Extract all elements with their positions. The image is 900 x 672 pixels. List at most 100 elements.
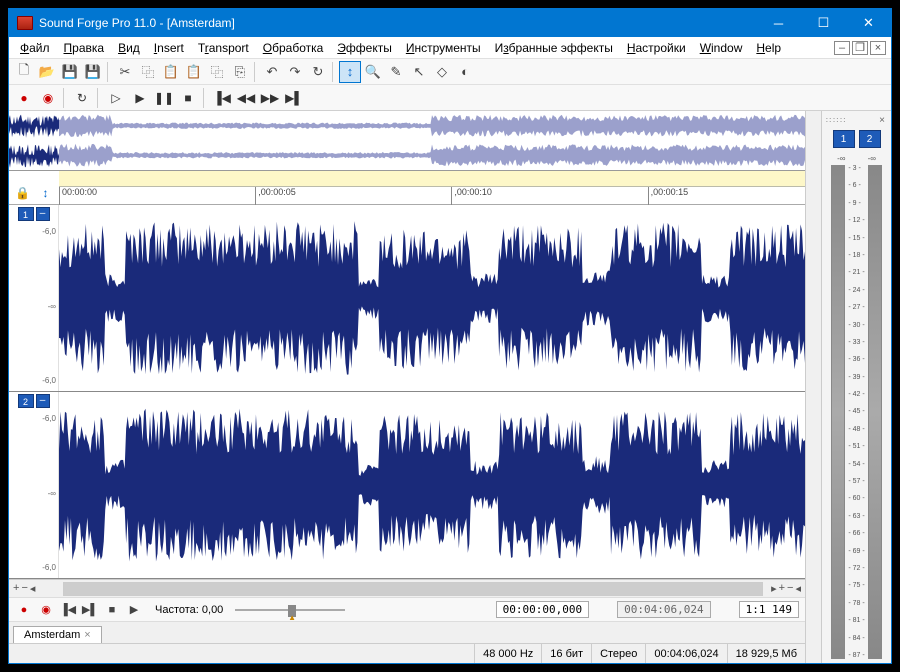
play-button[interactable]: ▶: [129, 87, 151, 109]
menu-insert[interactable]: Insert: [147, 39, 191, 57]
play-all-button[interactable]: ▷: [105, 87, 127, 109]
status-duration: 00:04:06,024: [645, 644, 726, 663]
current-time-display[interactable]: 00:00:00,000: [496, 601, 589, 618]
meter-bar-2: [868, 165, 882, 659]
rate-slider[interactable]: ▲: [235, 603, 345, 617]
zoom-in-vert-icon[interactable]: +: [13, 582, 19, 595]
bottom-go-start-button[interactable]: ▐◀: [59, 601, 77, 619]
zoom-in-horiz-icon[interactable]: +: [779, 582, 785, 595]
tab-amsterdam[interactable]: Amsterdam ×: [13, 626, 102, 643]
menu-window[interactable]: Window: [693, 39, 750, 57]
envelope-tool-button[interactable]: ◇: [431, 61, 453, 83]
channel-1-scale: -6,0 -∞ -6,0: [9, 221, 58, 391]
toolbar: 🗋 📂 💾 💾 ✂ ⿻ 📋 📋 ⿻ ⎘ ↶ ↷ ↻ ↕ 🔍 ✎ ↖ ◇ ◐: [9, 59, 891, 85]
channel-1-badge[interactable]: 1: [18, 207, 34, 221]
trim-button[interactable]: ⎘: [229, 61, 251, 83]
menu-file[interactable]: Файл: [13, 39, 57, 57]
mdi-restore-button[interactable]: ❐: [852, 41, 868, 55]
bottom-stop-button[interactable]: ■: [103, 601, 121, 619]
marker-strip[interactable]: [59, 171, 805, 187]
main-area: 🔒 ↕ 00:00:00,00:00:05,00:00:10,00:00:15 …: [9, 111, 805, 663]
zoom-out-horiz-icon[interactable]: −: [787, 582, 793, 595]
hscroll-row: + − ◂ ▸ + − ◂: [9, 579, 805, 597]
bottom-go-end-button[interactable]: ▶▌: [81, 601, 99, 619]
grip-icon[interactable]: ∷∷∷: [826, 116, 847, 126]
sync-icon[interactable]: ↕: [37, 184, 55, 202]
bottom-record-button[interactable]: ●: [15, 601, 33, 619]
transport-bar: ● ◉ ↻ ▷ ▶ ❚❚ ■ ▐◀ ◀◀ ▶▶ ▶▌: [9, 85, 891, 111]
pause-button[interactable]: ❚❚: [153, 87, 175, 109]
magnify-tool-button[interactable]: 🔍: [362, 61, 384, 83]
maximize-button[interactable]: ☐: [801, 9, 846, 37]
undo-button[interactable]: ↶: [261, 61, 283, 83]
total-time-display: 00:04:06,024: [617, 601, 710, 618]
copy-button[interactable]: ⿻: [137, 61, 159, 83]
channel-2-badge[interactable]: 2: [18, 394, 34, 408]
meter-ch2-button[interactable]: 2: [859, 130, 881, 148]
open-button[interactable]: 📂: [36, 61, 58, 83]
meter-bars: - 3 -- 6 -- 9 -- 12 -- 15 -- 18 -- 21 --…: [826, 165, 887, 659]
meters-close-icon[interactable]: ×: [879, 115, 887, 126]
pencil-tool-button[interactable]: ✎: [385, 61, 407, 83]
stop-button[interactable]: ■: [177, 87, 199, 109]
menu-edit[interactable]: Правка: [57, 39, 112, 57]
cut-button[interactable]: ✂: [114, 61, 136, 83]
bottom-arm-button[interactable]: ◉: [37, 601, 55, 619]
arm-record-button[interactable]: ◉: [37, 87, 59, 109]
scrub-tool-button[interactable]: ◐: [454, 61, 476, 83]
menu-effects[interactable]: Эффекты: [330, 39, 399, 57]
horizontal-scrollbar[interactable]: [63, 582, 763, 596]
paste-special-button[interactable]: 📋: [183, 61, 205, 83]
waveform-1[interactable]: [59, 205, 805, 391]
ruler-tick: ,00:00:15: [648, 187, 689, 205]
event-tool-button[interactable]: ↖: [408, 61, 430, 83]
rewind-button[interactable]: ◀◀: [235, 87, 257, 109]
scroll-right-icon[interactable]: ▸: [771, 582, 777, 595]
status-sample-rate: 48 000 Hz: [474, 644, 541, 663]
bottom-play-button[interactable]: ▶: [125, 601, 143, 619]
zoom-ratio-display[interactable]: 1:1 149: [739, 601, 799, 618]
channel-2-collapse[interactable]: –: [36, 394, 50, 408]
titlebar[interactable]: Sound Forge Pro 11.0 - [Amsterdam] ─ ☐ ✕: [9, 9, 891, 37]
mix-button[interactable]: ⿻: [206, 61, 228, 83]
meter-ch1-button[interactable]: 1: [833, 130, 855, 148]
menu-settings[interactable]: Настройки: [620, 39, 693, 57]
lock-icon[interactable]: 🔒: [14, 184, 32, 202]
menu-view[interactable]: Вид: [111, 39, 147, 57]
mdi-close-button[interactable]: ×: [870, 41, 886, 55]
menu-help[interactable]: Help: [749, 39, 788, 57]
menubar: Файл Правка Вид Insert Transport Обработ…: [9, 37, 891, 59]
loop-button[interactable]: ↻: [71, 87, 93, 109]
close-button[interactable]: ✕: [846, 9, 891, 37]
menu-tools[interactable]: Инструменты: [399, 39, 488, 57]
mdi-minimize-button[interactable]: –: [834, 41, 850, 55]
menu-transport[interactable]: Transport: [191, 39, 256, 57]
overview-pane[interactable]: [9, 111, 805, 171]
app-icon: [17, 16, 33, 30]
record-button[interactable]: ●: [13, 87, 35, 109]
zoom-menu-icon[interactable]: ◂: [30, 582, 36, 595]
redo-button[interactable]: ↷: [284, 61, 306, 83]
waveform-2[interactable]: [59, 392, 805, 578]
window-title: Sound Forge Pro 11.0 - [Amsterdam]: [39, 16, 756, 30]
repeat-button[interactable]: ↻: [307, 61, 329, 83]
saveas-button[interactable]: 💾: [82, 61, 104, 83]
go-end-button[interactable]: ▶▌: [283, 87, 305, 109]
time-ruler[interactable]: 00:00:00,00:00:05,00:00:10,00:00:15: [59, 171, 805, 204]
minimize-button[interactable]: ─: [756, 9, 801, 37]
go-start-button[interactable]: ▐◀: [211, 87, 233, 109]
new-button[interactable]: 🗋: [13, 61, 35, 83]
meters-panel: ∷∷∷ × 1 2 -∞ -∞ - 3 -- 6 -- 9 -- 12 -- 1…: [821, 111, 891, 663]
edit-tool-button[interactable]: ↕: [339, 61, 361, 83]
menu-process[interactable]: Обработка: [256, 39, 331, 57]
channel-1-collapse[interactable]: –: [36, 207, 50, 221]
forward-button[interactable]: ▶▶: [259, 87, 281, 109]
meter-bar-1: [831, 165, 845, 659]
vertical-scrollbar[interactable]: [805, 111, 821, 663]
save-button[interactable]: 💾: [59, 61, 81, 83]
paste-button[interactable]: 📋: [160, 61, 182, 83]
zoom-out-vert-icon[interactable]: −: [21, 582, 27, 595]
zoom-horiz-menu-icon[interactable]: ◂: [795, 582, 801, 595]
tab-close-icon[interactable]: ×: [84, 629, 90, 641]
menu-favorites[interactable]: Избранные эффекты: [488, 39, 620, 57]
